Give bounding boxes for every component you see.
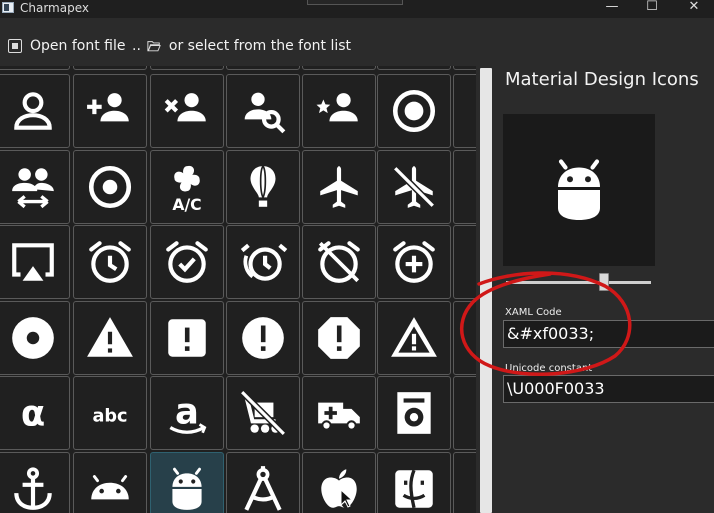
size-slider[interactable] bbox=[506, 281, 651, 284]
airplane-off-icon[interactable] bbox=[377, 150, 451, 224]
air-conditioner-icon[interactable]: A/C bbox=[150, 150, 224, 224]
minimize-button[interactable]: — bbox=[592, 0, 632, 16]
svg-text:A/C: A/C bbox=[172, 196, 201, 212]
xaml-code-field[interactable]: &#xf0033; bbox=[503, 320, 714, 348]
account-switch-icon[interactable] bbox=[0, 150, 70, 224]
open-font-button[interactable]: Open font file bbox=[8, 36, 125, 56]
svg-text:abc: abc bbox=[92, 406, 127, 426]
scrollbar-thumb[interactable] bbox=[480, 68, 492, 513]
title-search-box[interactable] bbox=[307, 0, 403, 5]
ambulance-icon[interactable] bbox=[302, 376, 376, 450]
android-icon bbox=[543, 154, 615, 226]
unicode-constant-field[interactable]: \U000F0033 bbox=[503, 375, 714, 403]
account-remove-icon[interactable] bbox=[150, 74, 224, 148]
airplay-icon[interactable] bbox=[0, 225, 70, 299]
adjust-icon[interactable] bbox=[377, 74, 451, 148]
anchor-icon[interactable] bbox=[0, 452, 70, 513]
alarm-icon[interactable] bbox=[73, 225, 147, 299]
select-font-button[interactable]: .. or select from the font list bbox=[132, 36, 351, 56]
alpha-icon[interactable]: α bbox=[0, 376, 70, 450]
amazon-icon[interactable]: a bbox=[150, 376, 224, 450]
svg-text:α: α bbox=[21, 394, 45, 435]
album-icon[interactable] bbox=[73, 150, 147, 224]
glyph-grid: A/C α abc a bbox=[0, 66, 476, 513]
toolbar: Open font file .. or select from the fon… bbox=[0, 18, 714, 66]
separator-label: .. bbox=[132, 38, 141, 54]
folder-open-icon bbox=[147, 41, 161, 52]
android-icon[interactable] bbox=[73, 452, 147, 513]
alert-circle-icon[interactable] bbox=[226, 301, 300, 375]
alphabetical-icon[interactable]: abc bbox=[73, 376, 147, 450]
app-icon bbox=[2, 2, 14, 13]
font-file-icon bbox=[8, 39, 22, 53]
mouse-cursor-icon bbox=[340, 489, 354, 508]
open-font-label: Open font file bbox=[30, 38, 126, 54]
select-font-label: or select from the font list bbox=[168, 38, 352, 54]
xaml-code-label: XAML Code bbox=[505, 307, 562, 318]
alarm-off-icon[interactable] bbox=[302, 225, 376, 299]
airballoon-icon[interactable] bbox=[226, 150, 300, 224]
window-title: Charmapex bbox=[20, 1, 89, 15]
airplane-icon[interactable] bbox=[302, 150, 376, 224]
alert-octagon-icon[interactable] bbox=[302, 301, 376, 375]
account-star-icon[interactable] bbox=[302, 74, 376, 148]
title-bar: Charmapex — ☐ ✕ bbox=[0, 0, 714, 18]
account-plus-icon[interactable] bbox=[73, 74, 147, 148]
alert-box-icon[interactable] bbox=[150, 301, 224, 375]
album-icon[interactable] bbox=[0, 301, 70, 375]
svg-text:a: a bbox=[175, 391, 199, 432]
apple-finder-icon[interactable] bbox=[377, 452, 451, 513]
size-slider-thumb[interactable] bbox=[599, 273, 609, 291]
alarm-plus-icon[interactable] bbox=[377, 225, 451, 299]
maximize-button[interactable]: ☐ bbox=[632, 0, 672, 16]
close-button[interactable]: ✕ bbox=[674, 0, 714, 16]
glyph-preview bbox=[503, 114, 655, 266]
unicode-constant-label: Unicode constant bbox=[505, 363, 593, 374]
drawing-compass-icon[interactable] bbox=[226, 452, 300, 513]
android-icon[interactable] bbox=[150, 452, 224, 513]
account-icon[interactable] bbox=[0, 74, 70, 148]
alert-outline-icon[interactable] bbox=[377, 301, 451, 375]
alarm-check-icon[interactable] bbox=[150, 225, 224, 299]
alarm-multiple-icon[interactable] bbox=[226, 225, 300, 299]
trolley-off-icon[interactable] bbox=[226, 376, 300, 450]
account-search-icon[interactable] bbox=[226, 74, 300, 148]
alert-icon[interactable] bbox=[73, 301, 147, 375]
amplifier-icon[interactable] bbox=[377, 376, 451, 450]
apple-icon[interactable] bbox=[302, 452, 376, 513]
font-name: Material Design Icons bbox=[505, 69, 699, 90]
